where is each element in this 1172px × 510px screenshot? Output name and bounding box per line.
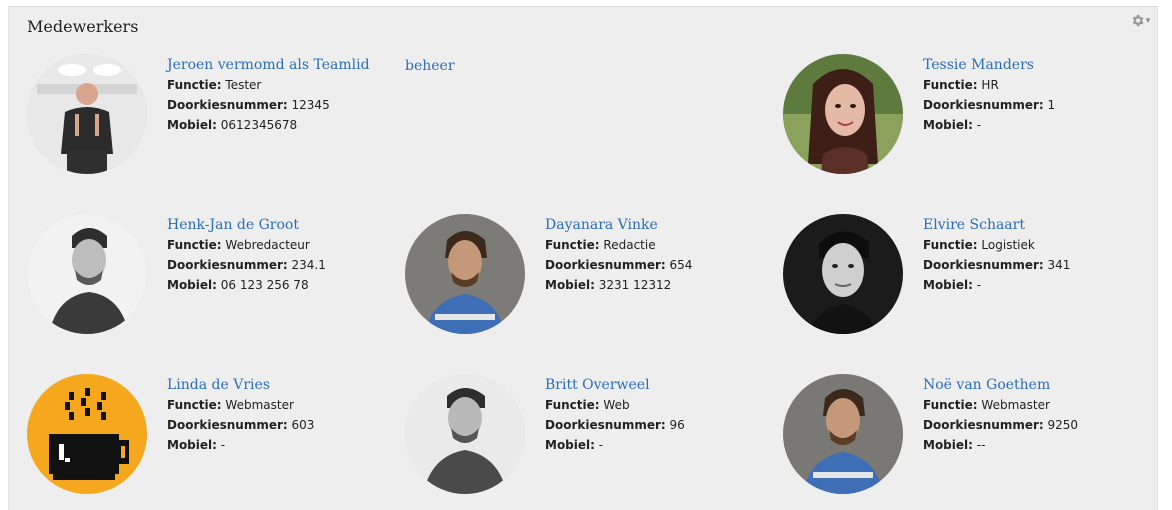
functie-label: Functie:	[923, 78, 978, 92]
employee-name-link[interactable]: Elvire Schaart	[923, 215, 1025, 235]
mobiel-label: Mobiel:	[167, 118, 217, 132]
doorkies-value: 341	[1047, 258, 1071, 272]
employee-card: Britt Overweel Functie: Web Doorkiesnumm…	[405, 374, 775, 496]
functie-label: Functie:	[923, 398, 978, 412]
doorkies-label: Doorkiesnummer:	[923, 98, 1044, 112]
doorkies-value: 12345	[291, 98, 330, 112]
avatar	[405, 374, 525, 494]
functie-value: HR	[981, 78, 999, 92]
mobiel-label: Mobiel:	[923, 118, 973, 132]
avatar	[27, 54, 147, 174]
avatar	[405, 214, 525, 334]
mobiel-value: 0612345678	[220, 118, 298, 132]
functie-value: Logistiek	[981, 238, 1035, 252]
employees-panel: Medewerkers ▾ Jeroen vermomd als Teamlid…	[8, 6, 1158, 510]
employee-card: Dayanara Vinke Functie: Redactie Doorkie…	[405, 214, 775, 336]
doorkies-label: Doorkiesnummer:	[545, 258, 666, 272]
functie-label: Functie:	[167, 78, 222, 92]
employee-card: Linda de Vries Functie: Webmaster Doorki…	[27, 374, 397, 496]
employee-card: Noë van Goethem Functie: Webmaster Doork…	[783, 374, 1153, 496]
coffee-cup-icon	[27, 374, 147, 494]
employee-card: Henk-Jan de Groot Functie: Webredacteur …	[27, 214, 397, 336]
functie-value: Redactie	[603, 238, 656, 252]
doorkies-label: Doorkiesnummer:	[923, 258, 1044, 272]
settings-button[interactable]: ▾	[1127, 11, 1153, 29]
functie-value: Webmaster	[225, 398, 294, 412]
mobiel-value: -	[220, 438, 226, 452]
avatar	[783, 374, 903, 494]
mobiel-label: Mobiel:	[545, 438, 595, 452]
employee-name-link[interactable]: Dayanara Vinke	[545, 215, 658, 235]
mobiel-value: -	[976, 278, 982, 292]
employee-name-link[interactable]: Henk-Jan de Groot	[167, 215, 299, 235]
functie-value: Web	[603, 398, 630, 412]
doorkies-value: 654	[669, 258, 693, 272]
employee-name-link[interactable]: Tessie Manders	[923, 55, 1034, 75]
mobiel-label: Mobiel:	[167, 438, 217, 452]
avatar	[783, 54, 903, 174]
mobiel-value: 06 123 256 78	[220, 278, 309, 292]
functie-value: Tester	[225, 78, 262, 92]
avatar	[783, 214, 903, 334]
employee-name-link[interactable]: Noë van Goethem	[923, 375, 1050, 395]
panel-title: Medewerkers	[27, 17, 139, 36]
functie-value: Webmaster	[981, 398, 1050, 412]
mobiel-value: -	[976, 118, 982, 132]
employee-card: Jeroen vermomd als Teamlid Functie: Test…	[27, 54, 397, 176]
employee-name-link[interactable]: Britt Overweel	[545, 375, 650, 395]
avatar	[27, 214, 147, 334]
functie-label: Functie:	[545, 238, 600, 252]
doorkies-value: 9250	[1047, 418, 1079, 432]
functie-label: Functie:	[167, 398, 222, 412]
functie-label: Functie:	[167, 238, 222, 252]
doorkies-value: 603	[291, 418, 315, 432]
functie-label: Functie:	[545, 398, 600, 412]
mobiel-label: Mobiel:	[923, 438, 973, 452]
doorkies-label: Doorkiesnummer:	[167, 98, 288, 112]
mobiel-label: Mobiel:	[167, 278, 217, 292]
beheer-link[interactable]: beheer	[405, 58, 455, 74]
doorkies-label: Doorkiesnummer:	[167, 418, 288, 432]
gear-icon	[1132, 14, 1144, 26]
functie-value: Webredacteur	[225, 238, 310, 252]
doorkies-value: 96	[669, 418, 685, 432]
mobiel-value: --	[976, 438, 986, 452]
doorkies-label: Doorkiesnummer:	[545, 418, 666, 432]
employee-card: Tessie Manders Functie: HR Doorkiesnumme…	[783, 54, 1153, 176]
mobiel-label: Mobiel:	[545, 278, 595, 292]
chevron-down-icon: ▾	[1145, 16, 1151, 26]
functie-label: Functie:	[923, 238, 978, 252]
employee-card: Elvire Schaart Functie: Logistiek Doorki…	[783, 214, 1153, 336]
doorkies-label: Doorkiesnummer:	[923, 418, 1044, 432]
employee-name-link[interactable]: Linda de Vries	[167, 375, 270, 395]
mobiel-value: -	[598, 438, 604, 452]
mobiel-label: Mobiel:	[923, 278, 973, 292]
doorkies-value: 1	[1047, 98, 1056, 112]
avatar	[27, 374, 147, 494]
doorkies-value: 234.1	[291, 258, 326, 272]
doorkies-label: Doorkiesnummer:	[167, 258, 288, 272]
mobiel-value: 3231 12312	[598, 278, 672, 292]
employee-name-link[interactable]: Jeroen vermomd als Teamlid	[167, 55, 370, 75]
